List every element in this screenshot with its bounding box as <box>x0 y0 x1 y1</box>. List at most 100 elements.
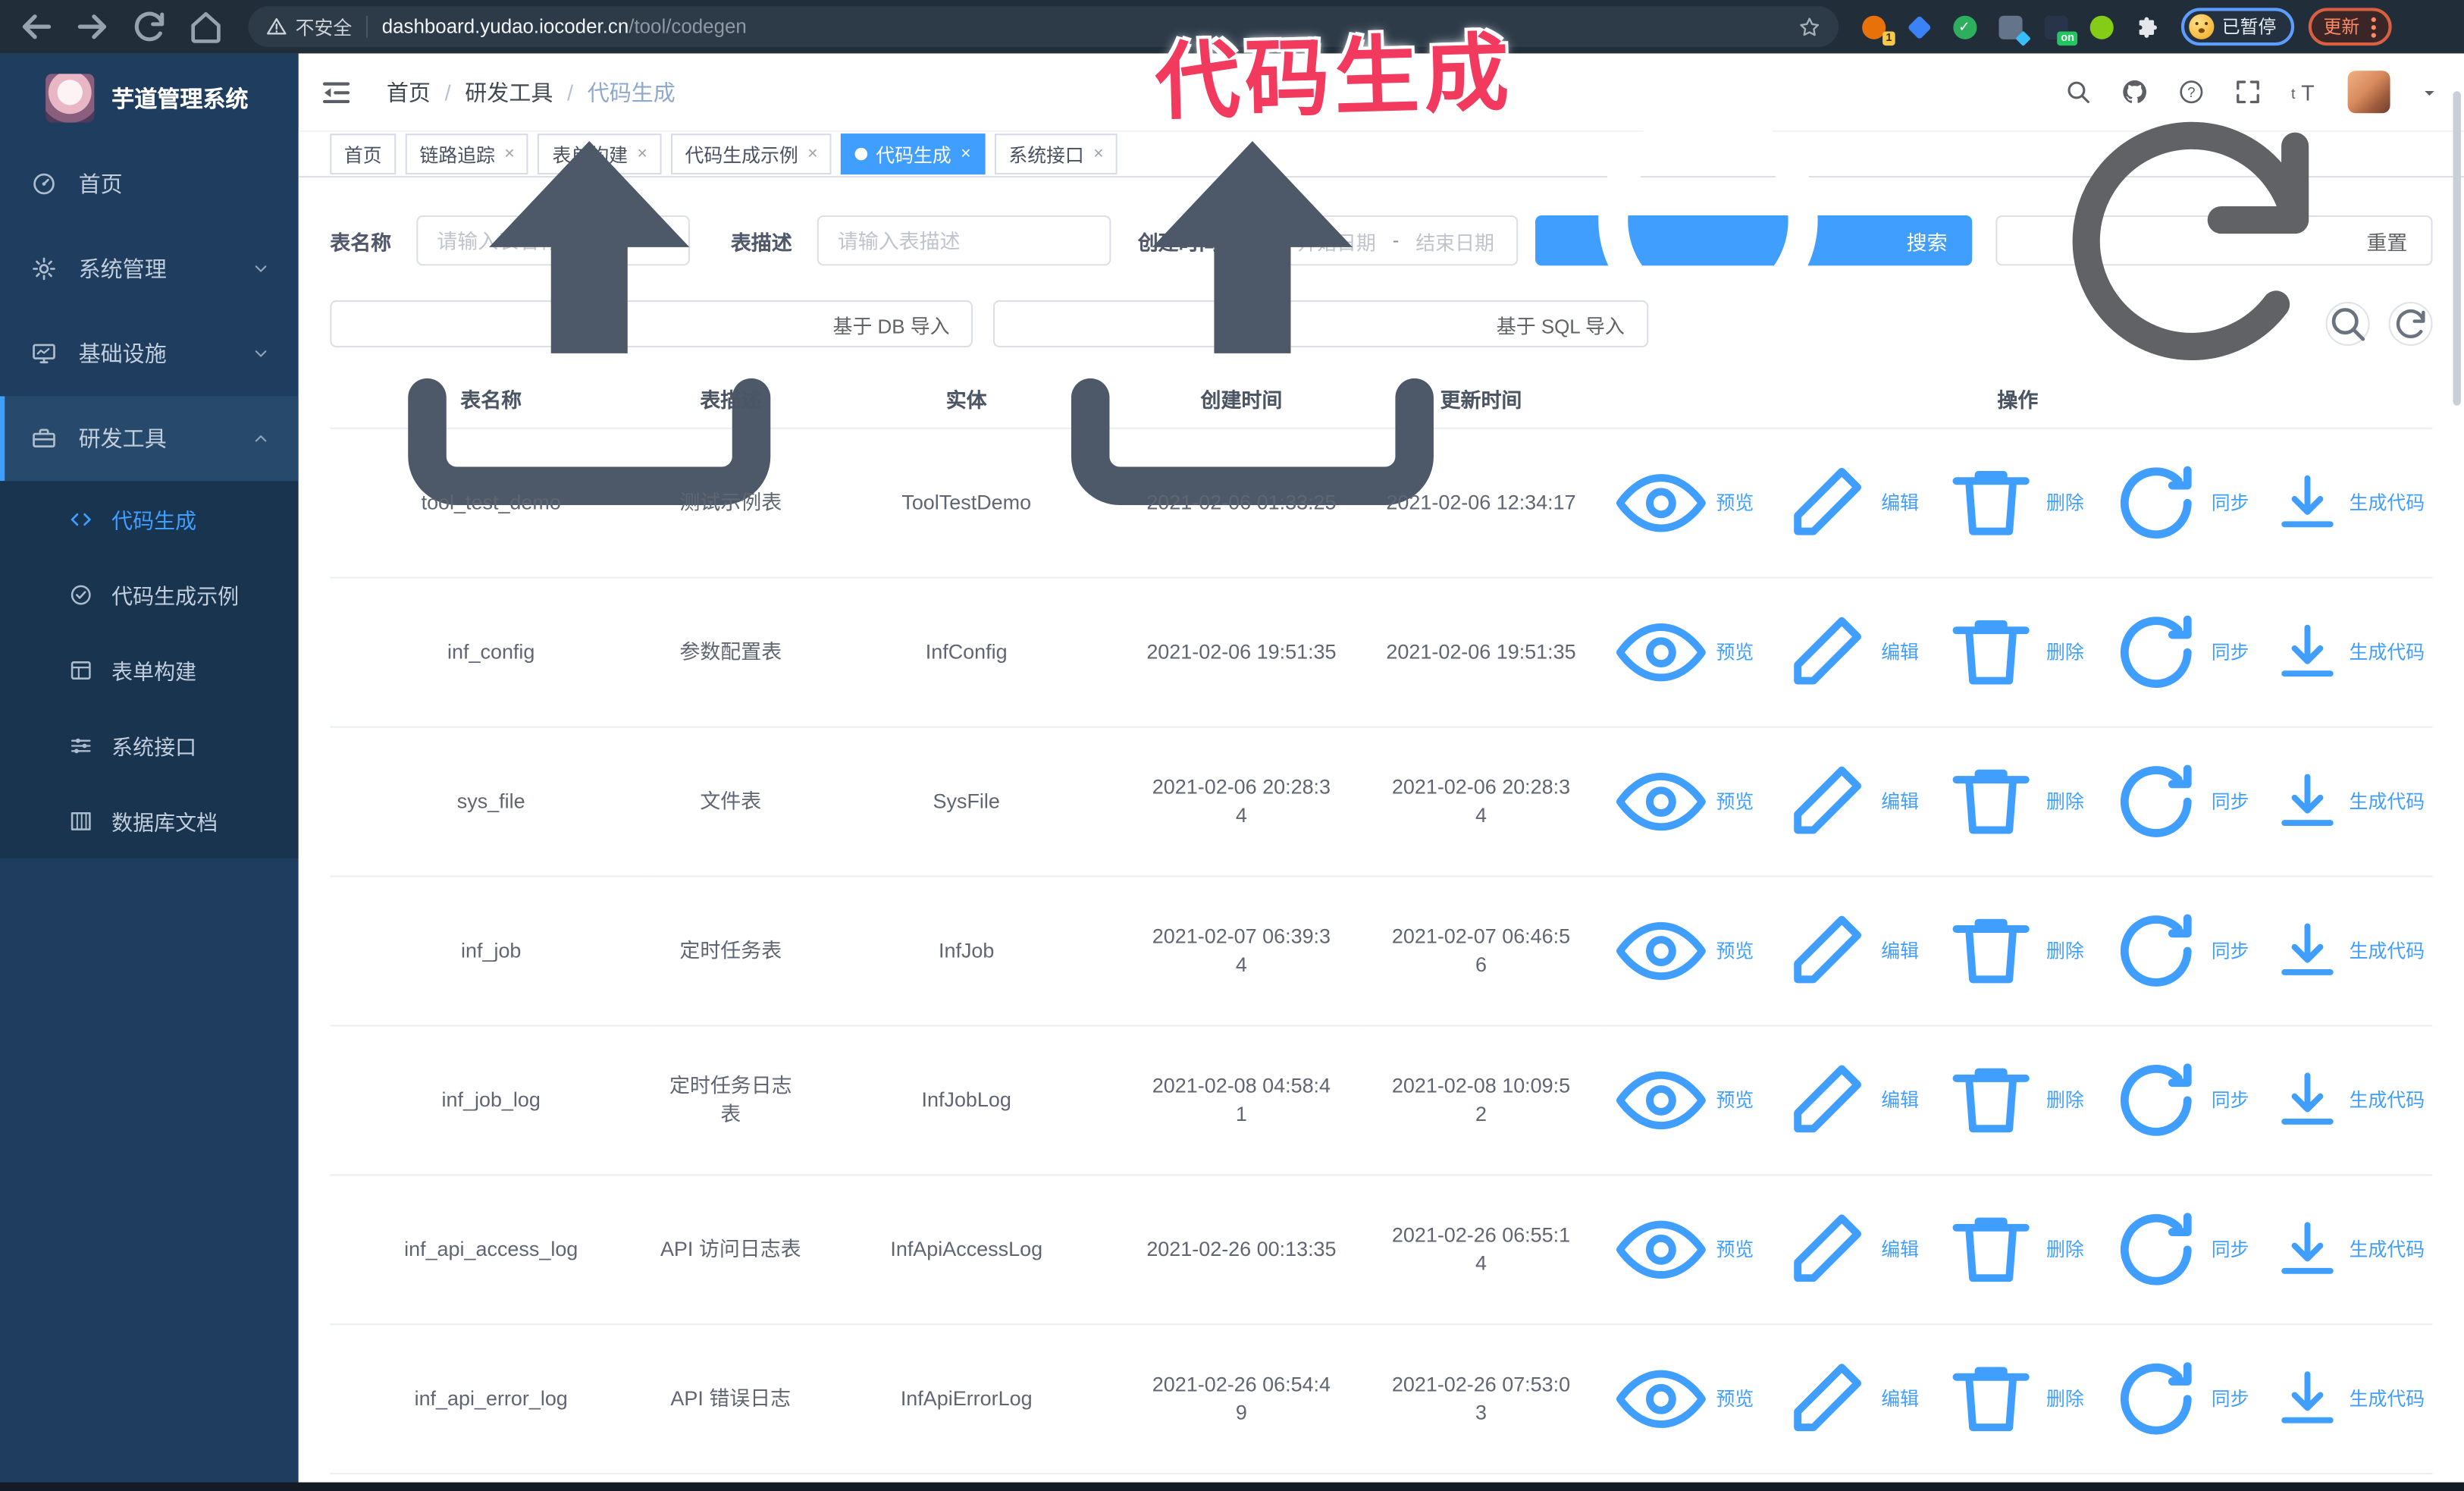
address-bar[interactable]: 不安全 dashboard.yudao.iocoder.cn /tool/cod… <box>248 6 1839 48</box>
action-sync-link[interactable]: 同步 <box>2106 752 2249 852</box>
refresh-table-button[interactable] <box>2388 301 2433 346</box>
sidebar-subitem-代码生成示例[interactable]: 代码生成示例 <box>0 557 299 632</box>
action-sync-link[interactable]: 同步 <box>2106 453 2249 554</box>
action-edit-link[interactable]: 编辑 <box>1776 901 1919 1002</box>
cell-table-desc: 文件表 <box>652 727 810 877</box>
sidebar-item-首页[interactable]: 首页 <box>0 142 299 227</box>
action-preview-link[interactable]: 预览 <box>1611 453 1754 554</box>
action-preview-link[interactable]: 预览 <box>1611 1200 1754 1301</box>
columns-icon <box>69 808 92 832</box>
browser-update-menu-button[interactable]: 更新 <box>2307 8 2391 46</box>
action-generate-code-link[interactable]: 生成代码 <box>2271 915 2425 988</box>
action-generate-code-link[interactable]: 生成代码 <box>2271 1363 2425 1436</box>
tab-代码生成[interactable]: 代码生成 × <box>841 133 986 175</box>
dark-on-extension-icon[interactable]: on <box>2039 11 2078 46</box>
trash-icon <box>1941 752 2042 852</box>
sidebar-collapse-icon[interactable] <box>321 77 352 108</box>
orange-extension-icon[interactable]: 1 <box>1857 11 1895 46</box>
screen: 不安全 dashboard.yudao.iocoder.cn /tool/cod… <box>0 0 2464 1491</box>
import-sql-button[interactable]: 基于 SQL 导入 <box>993 141 1648 505</box>
sidebar-subitem-代码生成[interactable]: 代码生成 <box>0 481 299 556</box>
cell-updated: 2021-02-06 19:51:35 <box>1359 577 1603 728</box>
action-delete-link[interactable]: 删除 <box>1941 901 2084 1002</box>
sidebar-item-label: 研发工具 <box>78 425 167 451</box>
action-delete-link[interactable]: 删除 <box>1941 1200 2084 1301</box>
blue-gem-extension-icon[interactable] <box>1903 11 1934 42</box>
puzzle-extension-icon[interactable] <box>2131 11 2162 42</box>
extensions-row: 1 ✓ on <box>1857 11 2162 47</box>
action-sync-link[interactable]: 同步 <box>2106 602 2249 703</box>
chevron-up-icon <box>252 429 271 448</box>
sidebar-item-研发工具[interactable]: 研发工具 <box>0 396 299 482</box>
cell-created: 2021-02-06 20:28:3 4 <box>1123 727 1359 877</box>
dashboard-icon <box>31 171 56 196</box>
action-generate-code-link[interactable]: 生成代码 <box>2271 1213 2425 1287</box>
action-preview-link[interactable]: 预览 <box>1611 1050 1754 1151</box>
action-edit-link[interactable]: 编辑 <box>1776 1050 1919 1151</box>
action-edit-link[interactable]: 编辑 <box>1776 1349 1919 1450</box>
browser-profile-button[interactable]: 已暂停 <box>2180 8 2294 46</box>
action-edit-link[interactable]: 编辑 <box>1776 602 1919 703</box>
action-preview-link[interactable]: 预览 <box>1611 1349 1754 1450</box>
sidebar-item-label: 基础设施 <box>78 341 167 366</box>
action-delete-link[interactable]: 删除 <box>1941 1349 2084 1450</box>
import-db-button[interactable]: 基于 DB 导入 <box>330 141 973 505</box>
eye-icon <box>1611 1200 1712 1301</box>
green-bot-extension-icon[interactable] <box>2085 11 2116 42</box>
action-delete-link[interactable]: 删除 <box>1941 1050 2084 1151</box>
action-sync-link[interactable]: 同步 <box>2106 1349 2249 1450</box>
table-row: inf_api_access_log API 访问日志表 InfApiAccessL… <box>330 1175 2433 1326</box>
tab-close-icon[interactable]: × <box>959 145 970 163</box>
action-sync-link[interactable]: 同步 <box>2106 901 2249 1002</box>
sidebar-item-系统管理[interactable]: 系统管理 <box>0 226 299 311</box>
cell-created: 2021-02-26 06:54:4 9 <box>1123 1324 1359 1475</box>
sidebar-subitem-表单构建[interactable]: 表单构建 <box>0 632 299 707</box>
bookmark-star-icon[interactable] <box>1798 15 1821 39</box>
action-label: 删除 <box>2046 1238 2084 1261</box>
action-generate-code-link[interactable]: 生成代码 <box>2271 616 2425 689</box>
action-generate-code-link[interactable]: 生成代码 <box>2271 466 2425 540</box>
browser-forward-icon[interactable] <box>72 6 113 47</box>
action-label: 同步 <box>2211 1388 2249 1411</box>
eye-icon <box>1611 453 1712 554</box>
action-delete-link[interactable]: 删除 <box>1941 602 2084 703</box>
action-delete-link[interactable]: 删除 <box>1941 453 2084 554</box>
browser-reload-icon[interactable] <box>129 6 170 47</box>
browser-home-icon[interactable] <box>186 6 227 47</box>
profile-status-label: 已暂停 <box>2221 18 2277 38</box>
action-delete-link[interactable]: 删除 <box>1941 752 2084 852</box>
action-preview-link[interactable]: 预览 <box>1611 901 1754 1002</box>
action-preview-link[interactable]: 预览 <box>1611 602 1754 703</box>
sidebar-subitem-系统接口[interactable]: 系统接口 <box>0 708 299 783</box>
show-search-toggle-button[interactable] <box>2325 301 2370 346</box>
url-path: /tool/codegen <box>629 15 747 38</box>
sidebar-subitem-label: 表单构建 <box>111 660 197 684</box>
app-logo[interactable]: 芋道管理系统 <box>0 53 299 141</box>
cell-created: 2021-02-07 06:39:3 4 <box>1123 876 1359 1027</box>
action-edit-link[interactable]: 编辑 <box>1776 1200 1919 1301</box>
action-edit-link[interactable]: 编辑 <box>1776 752 1919 852</box>
sidebar-item-基础设施[interactable]: 基础设施 <box>0 311 299 396</box>
grid-extension-icon[interactable] <box>1994 11 2031 47</box>
action-generate-code-link[interactable]: 生成代码 <box>2271 1064 2425 1138</box>
action-sync-link[interactable]: 同步 <box>2106 1200 2249 1301</box>
green-check-extension-icon[interactable]: ✓ <box>1948 11 1980 42</box>
action-sync-link[interactable]: 同步 <box>2106 1050 2249 1151</box>
search-button[interactable]: 搜索 <box>1535 109 1973 382</box>
cell-entity: InfJob <box>809 876 1124 1027</box>
sidebar-subitem-数据库文档[interactable]: 数据库文档 <box>0 783 299 858</box>
update-label: 更新 <box>2323 18 2360 38</box>
avatar-caret-down-icon[interactable] <box>2420 83 2439 102</box>
browser-back-icon[interactable] <box>16 6 57 47</box>
action-preview-link[interactable]: 预览 <box>1611 752 1754 852</box>
action-generate-code-link[interactable]: 生成代码 <box>2271 765 2425 839</box>
cell-updated: 2021-02-06 20:28:3 4 <box>1359 727 1603 877</box>
page-scrollbar[interactable] <box>2453 91 2461 406</box>
cell-created: 2021-02-26 00:13:35 <box>1123 1175 1359 1326</box>
edit-icon <box>1776 602 1876 703</box>
reset-button[interactable]: 重置 <box>1995 121 2433 360</box>
action-label: 删除 <box>2046 641 2084 664</box>
cell-entity: InfJobLog <box>809 1025 1124 1176</box>
cell-actions: 预览 编辑 删除 同步 生成代码 <box>1603 1175 2433 1326</box>
action-edit-link[interactable]: 编辑 <box>1776 453 1919 554</box>
